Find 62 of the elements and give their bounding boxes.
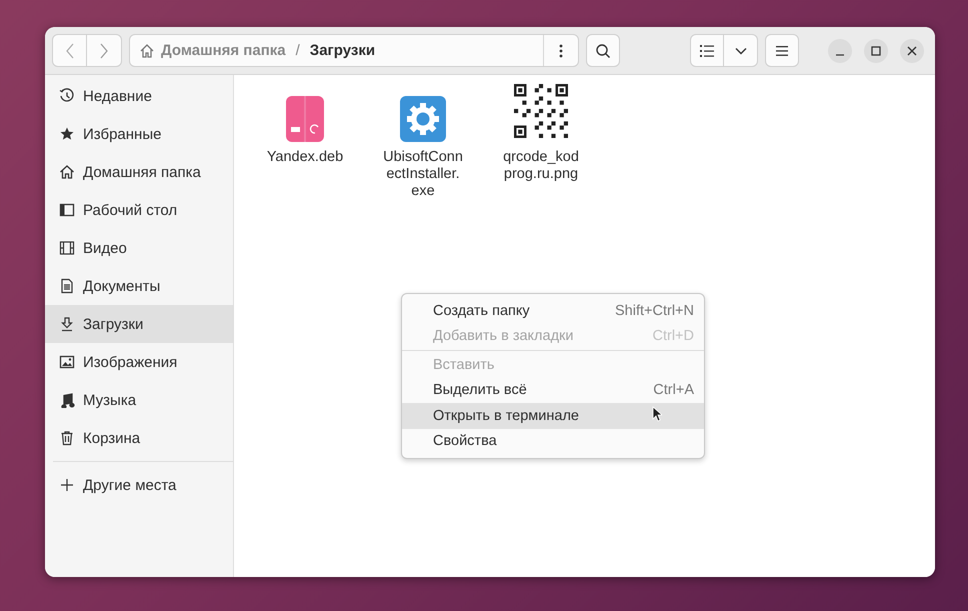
menu-item-label: Открыть в терминале [433,408,579,424]
clock-icon [59,88,75,104]
list-view-button[interactable] [690,34,724,67]
sidebar-item[interactable]: Недавние [45,77,233,115]
image-icon [59,354,75,370]
sidebar-item[interactable]: Видео [45,229,233,267]
caret-icon [734,46,746,54]
doc-icon [59,278,75,294]
sidebar-item[interactable]: Загрузки [45,305,233,343]
sidebar-item[interactable]: Документы [45,267,233,305]
file-item[interactable]: qrcode_kodprog.ru.png [482,84,600,183]
back-icon [64,42,74,58]
home-icon [59,164,75,180]
menu-item-label: Добавить в закладки [433,328,574,344]
sidebar-item[interactable]: Избранные [45,115,233,153]
music-icon [59,392,75,408]
menu-item-label: Свойства [433,433,497,450]
minimize-icon [836,54,844,56]
menu-item-label: Вставить [433,356,494,373]
close-button[interactable] [900,38,924,62]
file-name: Yandex.deb [266,149,344,166]
menu-item[interactable]: Свойства [402,428,704,454]
home-icon [139,42,155,58]
menu-item[interactable]: Открыть в терминале [402,403,704,428]
mouse-cursor-icon [652,406,662,422]
path-crumb[interactable]: Загрузки [310,42,376,59]
file-name: qrcode_kodprog.ru.png [502,149,580,183]
sidebar-item[interactable]: Рабочий стол [45,191,233,229]
plus-icon [59,477,75,493]
trash-icon [59,430,75,446]
sidebar-item[interactable]: Изображения [45,343,233,381]
list-icon [700,44,714,56]
gear-icon [399,95,447,143]
shortcut-label: Ctrl+A [653,382,694,398]
menu-item-label: Создать папку [433,302,531,319]
qr-code-icon [514,84,568,138]
more-icon [559,44,563,58]
forward-icon [99,42,109,58]
sidebar-item[interactable]: Корзина [45,419,233,457]
shortcut-label: Ctrl+D [652,328,694,344]
path-separator: / [296,42,300,59]
down-icon [59,316,75,332]
maximize-button[interactable] [864,38,888,62]
film-icon [59,240,75,256]
sidebar-item[interactable]: Домашняя папка [45,153,233,191]
file-item[interactable]: Yandex.deb [246,84,364,166]
shortcut-label: Shift+Ctrl+N [615,302,694,319]
sidebar-item[interactable]: Музыка [45,381,233,419]
package-icon [285,95,325,143]
search-button[interactable] [586,34,620,67]
menu-item[interactable]: Создать папку Shift+Ctrl+N [402,298,704,324]
close-icon [907,46,917,56]
file-name: UbisoftConnectInstaller.exe [383,149,463,200]
menu-item-label: Выделить всё [433,382,528,398]
other-locations-item[interactable]: Другие места [45,466,233,504]
star-icon [59,126,75,142]
search-icon [595,42,611,58]
menu-item[interactable]: Выделить всё Ctrl+A [402,378,704,403]
file-item[interactable]: UbisoftConnectInstaller.exe [364,84,482,200]
menu-button[interactable] [765,34,799,67]
menu-icon [776,46,788,56]
maximize-icon [871,46,881,56]
